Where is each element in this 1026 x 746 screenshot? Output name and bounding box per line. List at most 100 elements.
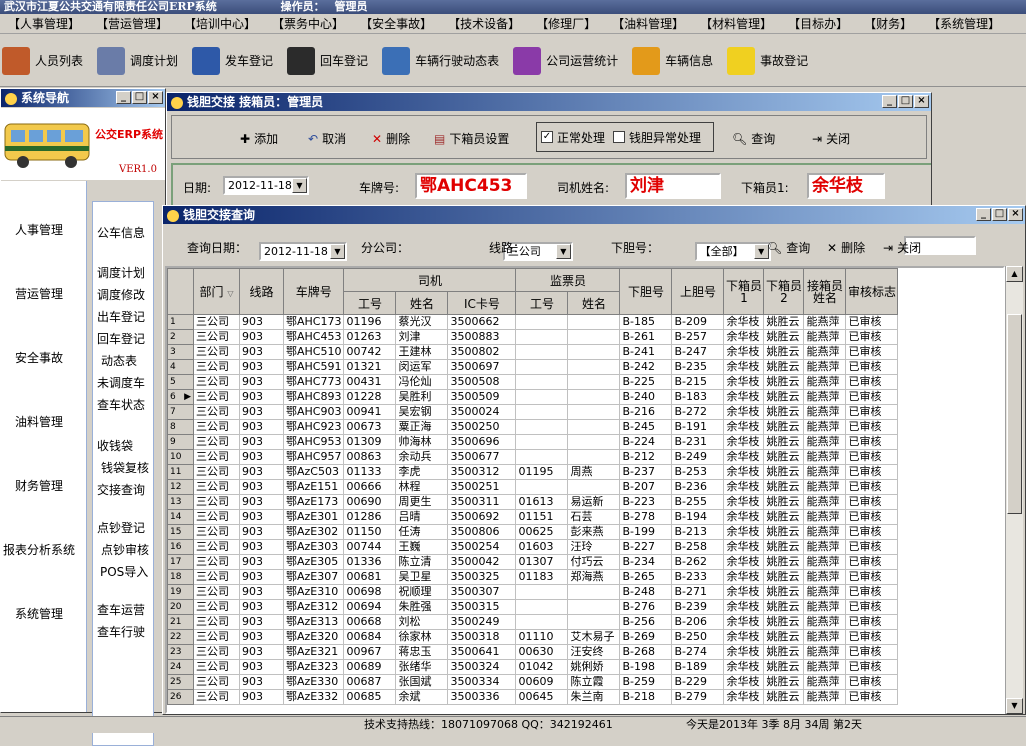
table-cell[interactable]: 能燕萍 bbox=[803, 329, 847, 345]
table-cell[interactable]: B-189 bbox=[671, 659, 725, 675]
close-button[interactable]: × bbox=[148, 91, 163, 104]
table-cell[interactable]: 三公司 bbox=[193, 629, 240, 645]
table-row[interactable]: 23 三公司 903 鄂AzE321 00967 蒋忠玉 3500641 00630 汪安终 B-… bbox=[167, 644, 899, 660]
table-cell[interactable]: B-269 bbox=[619, 629, 673, 645]
toolbar-button[interactable]: 调度计划 bbox=[97, 46, 178, 75]
table-cell[interactable]: 三公司 bbox=[193, 524, 240, 540]
table-cell[interactable]: 吴宏钢 bbox=[395, 404, 449, 420]
table-cell[interactable]: 姚胜云 bbox=[763, 689, 805, 705]
table-cell[interactable]: 三公司 bbox=[193, 644, 240, 660]
table-cell[interactable] bbox=[567, 389, 621, 405]
table-cell[interactable]: 903 bbox=[239, 449, 284, 465]
table-cell[interactable]: 3500250 bbox=[447, 419, 517, 435]
table-cell[interactable]: B-224 bbox=[619, 434, 673, 450]
column-header[interactable]: 工号 bbox=[343, 291, 397, 315]
table-cell[interactable] bbox=[567, 614, 621, 630]
table-row[interactable]: 7 三公司 903 鄂AHC903 00941 吴宏钢 3500024 B-216 B-272 余… bbox=[167, 404, 899, 420]
table-cell[interactable]: B-213 bbox=[671, 524, 725, 540]
table-cell[interactable]: 903 bbox=[239, 629, 284, 645]
table-cell[interactable]: 三公司 bbox=[193, 389, 240, 405]
table-cell[interactable] bbox=[567, 479, 621, 495]
table-cell[interactable]: 陈立霞 bbox=[567, 674, 621, 690]
table-cell[interactable]: 石芸 bbox=[567, 509, 621, 525]
table-cell[interactable]: B-198 bbox=[619, 659, 673, 675]
maximize-button[interactable]: □ bbox=[132, 91, 147, 104]
table-cell[interactable]: 00690 bbox=[343, 494, 397, 510]
table-cell[interactable]: 00967 bbox=[343, 644, 397, 660]
table-cell[interactable]: 能燕萍 bbox=[803, 509, 847, 525]
table-cell[interactable]: 朱胜强 bbox=[395, 599, 449, 615]
table-cell[interactable]: 903 bbox=[239, 314, 284, 330]
table-cell[interactable]: 能燕萍 bbox=[803, 599, 847, 615]
table-cell[interactable]: 王巍 bbox=[395, 539, 449, 555]
table-cell[interactable]: 鄂AzE321 bbox=[282, 644, 345, 660]
table-cell[interactable]: B-268 bbox=[619, 644, 673, 660]
column-header[interactable]: 线路 bbox=[239, 268, 284, 315]
table-cell[interactable]: 能燕萍 bbox=[803, 614, 847, 630]
column-header[interactable]: 审核标志 bbox=[845, 268, 899, 315]
table-cell[interactable]: 已审核 bbox=[845, 389, 899, 405]
table-cell[interactable]: 01307 bbox=[515, 554, 569, 570]
table-cell[interactable]: 刘松 bbox=[395, 614, 449, 630]
table-cell[interactable]: 903 bbox=[239, 494, 284, 510]
table-cell[interactable]: 余华枝 bbox=[723, 584, 765, 600]
table-cell[interactable]: 余华枝 bbox=[723, 554, 765, 570]
column-header[interactable]: 车牌号 bbox=[282, 268, 345, 315]
table-cell[interactable]: 3500024 bbox=[447, 404, 517, 420]
table-cell[interactable]: 00687 bbox=[343, 674, 397, 690]
table-cell[interactable]: 已审核 bbox=[845, 374, 899, 390]
table-cell[interactable]: 903 bbox=[239, 434, 284, 450]
nav-item[interactable]: 安全事故 bbox=[15, 349, 63, 366]
table-cell[interactable]: 00645 bbox=[515, 689, 569, 705]
table-row[interactable]: 17 三公司 903 鄂AzE305 01336 陈立清 3500042 01307 付巧云 B-… bbox=[167, 554, 899, 570]
table-cell[interactable]: B-185 bbox=[619, 314, 673, 330]
table-cell[interactable]: 903 bbox=[239, 359, 284, 375]
table-cell[interactable]: 3500307 bbox=[447, 584, 517, 600]
table-cell[interactable]: 周燕 bbox=[567, 464, 621, 480]
route-select[interactable]: 【全部】 ▼ bbox=[694, 241, 771, 261]
normal-checkbox[interactable]: ✓ bbox=[541, 131, 553, 143]
table-cell[interactable]: 已审核 bbox=[845, 434, 899, 450]
table-cell[interactable] bbox=[567, 599, 621, 615]
table-cell[interactable]: 903 bbox=[239, 569, 284, 585]
close-button[interactable]: × bbox=[914, 95, 929, 108]
table-cell[interactable]: B-227 bbox=[619, 539, 673, 555]
table-cell[interactable]: B-209 bbox=[671, 314, 725, 330]
close-button[interactable]: × bbox=[1008, 208, 1023, 221]
table-row[interactable]: 4 三公司 903 鄂AHC591 01321 闵运军 3500697 B-242 B-235 余… bbox=[167, 359, 899, 375]
table-cell[interactable]: 三公司 bbox=[193, 419, 240, 435]
table-row[interactable]: 22 三公司 903 鄂AzE320 00684 徐家林 3500318 01110 艾木易子 B… bbox=[167, 629, 899, 645]
table-cell[interactable] bbox=[515, 404, 569, 420]
table-cell[interactable]: 林程 bbox=[395, 479, 449, 495]
menu-item[interactable]: 【票务中心】 bbox=[264, 14, 352, 33]
table-cell[interactable]: 能燕萍 bbox=[803, 389, 847, 405]
table-cell[interactable]: 01309 bbox=[343, 434, 397, 450]
table-cell[interactable]: 余华枝 bbox=[723, 539, 765, 555]
table-row[interactable]: 16 三公司 903 鄂AzE303 00744 王巍 3500254 01603 汪玲 B-22… bbox=[167, 539, 899, 555]
table-cell[interactable]: 00609 bbox=[515, 674, 569, 690]
table-cell[interactable]: 姚胜云 bbox=[763, 494, 805, 510]
menu-item[interactable]: 【系统管理】 bbox=[920, 14, 1008, 33]
table-cell[interactable]: 903 bbox=[239, 659, 284, 675]
toolbar-button[interactable]: 公司运营统计 bbox=[513, 46, 618, 75]
table-cell[interactable]: B-245 bbox=[619, 419, 673, 435]
table-cell[interactable]: 00431 bbox=[343, 374, 397, 390]
table-row[interactable]: 5 三公司 903 鄂AHC773 00431 冯伦灿 3500508 B-225 B-215 余… bbox=[167, 374, 899, 390]
table-cell[interactable] bbox=[567, 374, 621, 390]
table-cell[interactable]: 鄂AzE330 bbox=[282, 674, 345, 690]
table-cell[interactable]: 姚胜云 bbox=[763, 554, 805, 570]
table-cell[interactable]: B-235 bbox=[671, 359, 725, 375]
table-cell[interactable]: 01286 bbox=[343, 509, 397, 525]
table-cell[interactable]: 3500697 bbox=[447, 359, 517, 375]
table-cell[interactable]: 903 bbox=[239, 389, 284, 405]
table-row[interactable]: 24 三公司 903 鄂AzE323 00689 张绪华 3500324 01042 姚俐娇 B-… bbox=[167, 659, 899, 675]
table-cell[interactable]: 三公司 bbox=[193, 404, 240, 420]
table-cell[interactable]: 余华枝 bbox=[723, 329, 765, 345]
column-header[interactable]: 工号 bbox=[515, 291, 569, 315]
table-cell[interactable]: 艾木易子 bbox=[567, 629, 621, 645]
table-cell[interactable] bbox=[515, 614, 569, 630]
table-cell[interactable]: 3500318 bbox=[447, 629, 517, 645]
table-cell[interactable]: 陈立清 bbox=[395, 554, 449, 570]
column-header[interactable]: 下箱员2 bbox=[763, 268, 805, 315]
nav-sub-item[interactable]: 点钞审核 bbox=[101, 541, 149, 558]
